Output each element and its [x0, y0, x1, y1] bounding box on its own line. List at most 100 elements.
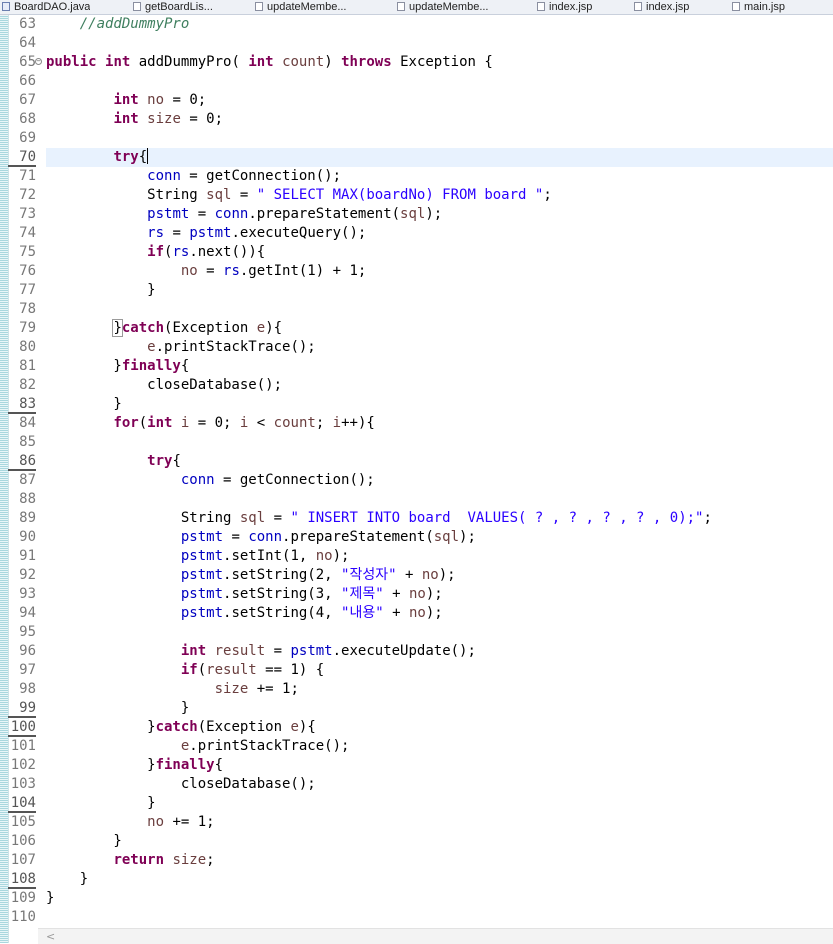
line-number: 67: [19, 92, 36, 108]
code-line[interactable]: pstmt.setString(3, "제목" + no);: [46, 585, 443, 604]
tab-3[interactable]: updateMembe...: [397, 0, 489, 14]
tab-5[interactable]: index.jsp: [634, 0, 689, 14]
code-line[interactable]: pstmt = conn.prepareStatement(sql);: [46, 528, 476, 547]
code-editor[interactable]: 63 //addDummyPro 64 65− public int addDummy…: [8, 15, 833, 927]
code-line[interactable]: }: [46, 395, 121, 414]
code-token: addDummyPro(: [130, 54, 249, 70]
code-token: pstmt: [180, 529, 224, 545]
code-line[interactable]: }finally{: [46, 756, 223, 775]
code-line[interactable]: public int addDummyPro( int count) throw…: [46, 53, 493, 72]
code-line[interactable]: closeDatabase();: [46, 775, 316, 794]
fold-toggle-icon[interactable]: −: [35, 58, 42, 65]
code-line[interactable]: }catch(Exception e){: [46, 319, 282, 338]
code-line[interactable]: conn = getConnection();: [46, 471, 375, 490]
code-line[interactable]: e.printStackTrace();: [46, 338, 316, 357]
code-line[interactable]: e.printStackTrace();: [46, 737, 350, 756]
code-line[interactable]: pstmt = conn.prepareStatement(sql);: [46, 205, 442, 224]
code-token: int: [105, 54, 131, 70]
code-token: = 0;: [189, 415, 240, 431]
code-token: if: [147, 244, 165, 260]
tab-6[interactable]: main.jsp: [732, 0, 785, 14]
code-token: for: [113, 415, 139, 431]
code-line[interactable]: no = rs.getInt(1) + 1;: [46, 262, 366, 281]
horizontal-scrollbar[interactable]: <: [38, 928, 833, 944]
code-line[interactable]: int result = pstmt.executeUpdate();: [46, 642, 476, 661]
code-line[interactable]: }: [46, 699, 189, 718]
line-number: 66: [19, 73, 36, 89]
tab-0[interactable]: BoardDAO.java: [2, 0, 90, 14]
code-line[interactable]: if(result == 1) {: [46, 661, 324, 680]
line-number: 82: [19, 377, 36, 393]
line-number: 104: [8, 794, 36, 813]
line-number: 95: [19, 624, 36, 640]
code-line[interactable]: rs = pstmt.executeQuery();: [46, 224, 366, 243]
code-line[interactable]: String sql = " SELECT MAX(boardNo) FROM …: [46, 186, 552, 205]
code-token: }: [46, 871, 89, 887]
code-line[interactable]: }: [46, 889, 54, 908]
code-line[interactable]: }: [46, 794, 156, 813]
code-token: no: [408, 605, 426, 621]
text-caret: [147, 148, 149, 164]
code-line[interactable]: int size = 0;: [46, 110, 223, 129]
code-token: no: [180, 263, 198, 279]
code-token: .printStackTrace();: [189, 738, 350, 754]
code-line[interactable]: no += 1;: [46, 813, 214, 832]
code-line[interactable]: conn = getConnection();: [46, 167, 341, 186]
line-number: 100: [8, 718, 36, 737]
line-number: 105: [10, 814, 36, 830]
line-number: 107: [10, 852, 36, 868]
code-token: try: [147, 453, 173, 469]
code-token: }: [46, 833, 122, 849]
code-line[interactable]: try{: [46, 452, 181, 471]
line-number: 85: [19, 434, 36, 450]
code-line[interactable]: size += 1;: [46, 680, 299, 699]
code-line[interactable]: int no = 0;: [46, 91, 206, 110]
code-line[interactable]: }finally{: [46, 357, 189, 376]
code-token: sql: [239, 510, 266, 526]
code-token: .next()){: [189, 244, 266, 260]
line-number: 110: [10, 909, 36, 925]
code-line[interactable]: if(rs.next()){: [46, 243, 265, 262]
code-line[interactable]: String sql = " INSERT INTO board VALUES(…: [46, 509, 712, 528]
code-line[interactable]: }catch(Exception e){: [46, 718, 316, 737]
code-token: (: [197, 662, 207, 678]
code-token: ;: [543, 187, 552, 203]
scroll-left-arrow-icon[interactable]: <: [46, 929, 55, 944]
code-line[interactable]: pstmt.setString(2, "작성자" + no);: [46, 566, 456, 585]
code-token: sql: [206, 187, 232, 203]
code-token: int: [180, 643, 207, 659]
code-line[interactable]: try{: [46, 148, 149, 167]
jsp-file-icon: [133, 2, 141, 11]
line-number: 68: [19, 111, 36, 127]
code-token: pstmt: [180, 567, 224, 583]
code-token: String: [46, 187, 207, 203]
code-line[interactable]: }: [46, 832, 122, 851]
code-line[interactable]: for(int i = 0; i < count; i++){: [46, 414, 374, 433]
code-token: pstmt: [290, 643, 333, 659]
code-line[interactable]: //addDummyPro: [46, 15, 190, 34]
code-token: }: [46, 795, 156, 811]
code-line[interactable]: }: [46, 281, 155, 300]
code-token: conn: [147, 168, 181, 184]
code-token: .executeUpdate();: [332, 643, 476, 659]
code-line[interactable]: return size;: [46, 851, 214, 870]
tab-1[interactable]: getBoardLis...: [133, 0, 213, 14]
code-line[interactable]: closeDatabase();: [46, 376, 282, 395]
code-token: conn: [180, 472, 215, 488]
code-line[interactable]: pstmt.setInt(1, no);: [46, 547, 350, 566]
tab-2[interactable]: updateMembe...: [255, 0, 347, 14]
code-line[interactable]: pstmt.setString(4, "내용" + no);: [46, 604, 443, 623]
line-number: 96: [19, 643, 36, 659]
code-token: catch: [155, 719, 198, 735]
code-token: return: [113, 852, 165, 868]
line-number: 93: [19, 586, 36, 602]
code-line[interactable]: }: [46, 870, 88, 889]
tab-4[interactable]: index.jsp: [537, 0, 592, 14]
